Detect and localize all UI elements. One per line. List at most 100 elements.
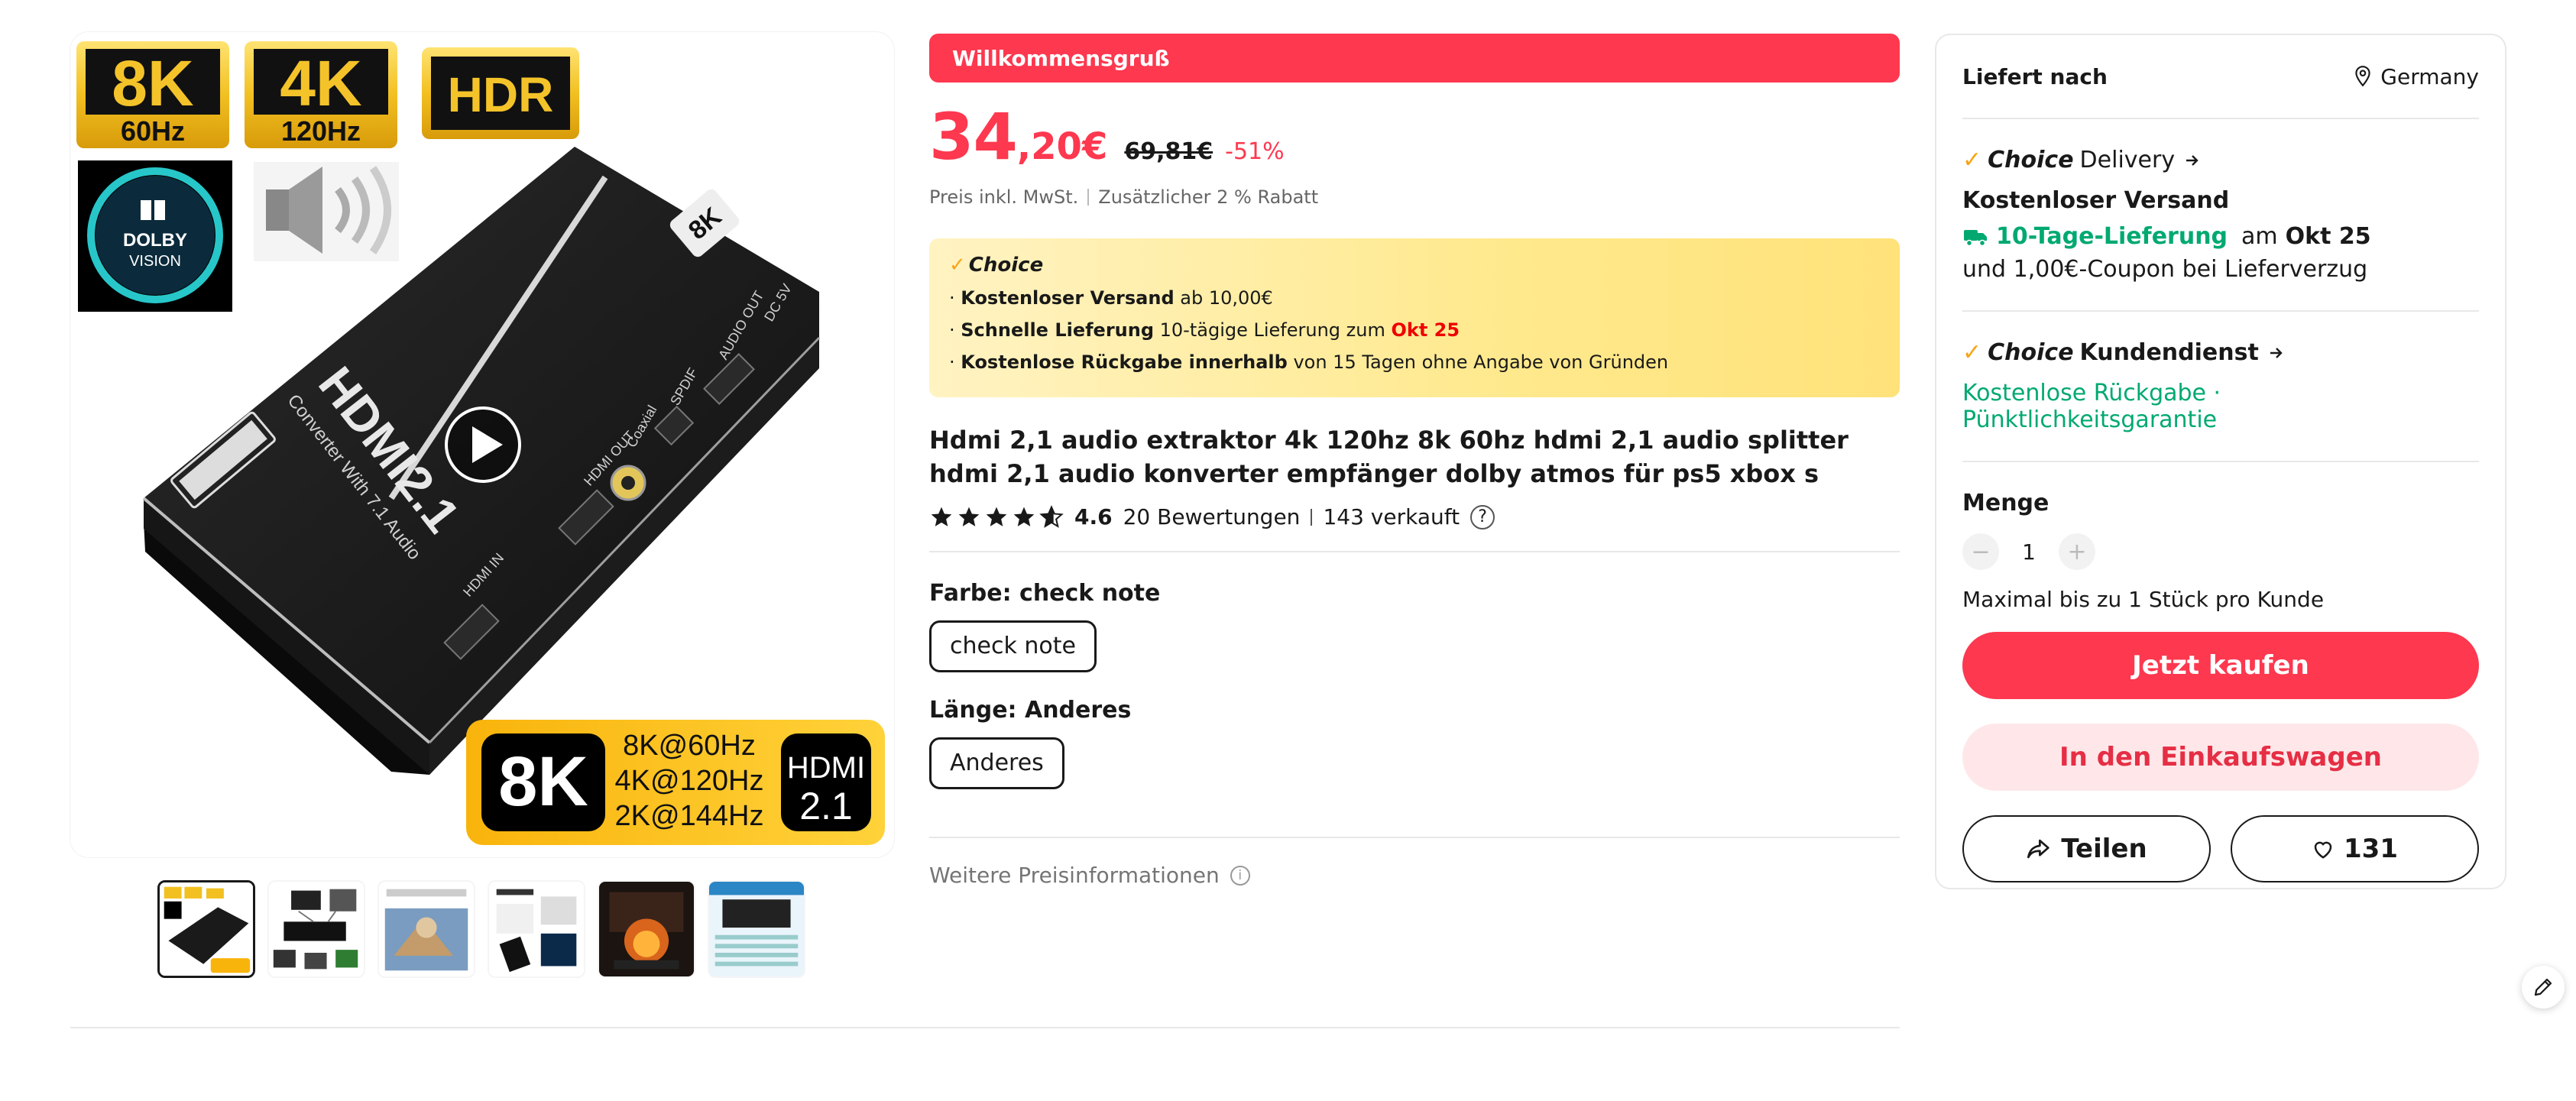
choice-free-return: · Kostenlose Rückgabe innerhalb von 15 T…	[949, 351, 1669, 373]
quantity-decrease-button[interactable]: −	[1962, 533, 1999, 570]
choice-fast-delivery: · Schnelle Lieferung 10-tägige Lieferung…	[949, 319, 1460, 341]
divider	[929, 837, 1900, 838]
price-integer: 34	[929, 99, 1018, 174]
product-info: Willkommensgruß 34 ,20€ 69,81€ -51% Prei…	[929, 34, 1900, 888]
badge-4k: 4K 120Hz	[245, 41, 397, 148]
ship-to-row[interactable]: Liefert nach Germany	[1962, 35, 2479, 118]
svg-text:8K: 8K	[112, 47, 193, 119]
tax-text: Preis inkl. MwSt.	[929, 186, 1079, 208]
choice-logo: ✓ Choice	[949, 254, 1044, 277]
product-photo: 8K 60Hz 4K 120Hz HDR DOLBY VISION HDMI2.…	[76, 41, 885, 845]
delivery-fast: 10-Tage-Lieferung	[1996, 223, 2228, 250]
product-main-image[interactable]: 8K 60Hz 4K 120Hz HDR DOLBY VISION HDMI2.…	[70, 32, 894, 857]
length-label: Länge: Anderes	[929, 697, 1132, 724]
thumbnail-2[interactable]	[267, 880, 365, 978]
choice-service-link[interactable]: ✓ Choice Kundendienst	[1962, 339, 2479, 366]
spec-banner: 8K 8K@60Hz 4K@120Hz 2K@144Hz HDMI 2.1	[466, 720, 885, 845]
svg-text:8K: 8K	[498, 743, 588, 821]
more-price-text[interactable]: Weitere Preisinformationen	[929, 863, 1220, 888]
review-count[interactable]: 20 Bewertungen	[1123, 504, 1301, 529]
buy-now-button[interactable]: Jetzt kaufen	[1962, 632, 2479, 699]
info-icon[interactable]: i	[1230, 865, 1250, 886]
play-icon[interactable]	[445, 406, 521, 483]
country-name: Germany	[2380, 63, 2479, 89]
svg-text:120Hz: 120Hz	[281, 115, 361, 147]
delivery-date: Okt 25	[2285, 223, 2371, 250]
original-price: 69,81€	[1124, 138, 1213, 165]
punctuality-guarantee[interactable]: Pünktlichkeitsgarantie	[1962, 406, 2217, 433]
price-row: 34 ,20€ 69,81€ -51%	[929, 99, 1900, 174]
length-option-anderes[interactable]: Anderes	[929, 737, 1064, 789]
add-to-cart-button[interactable]: In den Einkaufswagen	[1962, 724, 2479, 791]
choice-benefits[interactable]: ✓ Choice · Kostenloser Versand ab 10,00€…	[929, 238, 1900, 397]
thumbnail-3[interactable]	[377, 880, 475, 978]
sold-count: 143 verkauft	[1323, 504, 1460, 529]
share-button[interactable]: Teilen	[1962, 815, 2211, 882]
quantity-increase-button[interactable]: +	[2059, 533, 2095, 570]
delivery-section: ✓ Choice Delivery Kostenloser Versand 10…	[1962, 119, 2479, 283]
ship-to-location[interactable]: Germany	[2353, 64, 2479, 89]
svg-text:2.1: 2.1	[799, 785, 853, 827]
quantity-label: Menge	[1962, 490, 2049, 516]
length-selector: Länge: Anderes Anderes	[929, 697, 1900, 789]
price-decimal: ,20€	[1016, 125, 1108, 168]
product-title: Hdmi 2,1 audio extraktor 4k 120hz 8k 60h…	[929, 426, 1849, 488]
more-price-info[interactable]: Weitere Preisinformationen i	[929, 863, 1900, 888]
ship-to-label: Liefert nach	[1962, 63, 2108, 89]
truck-icon	[1964, 229, 1987, 246]
welcome-text: Willkommensgruß	[952, 45, 1170, 71]
divider	[1311, 508, 1313, 526]
question-icon[interactable]: ?	[1470, 504, 1495, 529]
quantity-value[interactable]: 1	[2017, 539, 2040, 565]
free-return[interactable]: Kostenlose Rückgabe	[1962, 380, 2206, 406]
share-icon	[2027, 839, 2049, 859]
extra-discount: Zusätzlicher 2 % Rabatt	[1098, 186, 1319, 208]
arrow-right-icon	[2186, 154, 2199, 166]
section-divider	[70, 1027, 1900, 1028]
wishlist-button[interactable]: 131	[2231, 815, 2479, 882]
wishlist-count: 131	[2344, 834, 2398, 864]
delay-coupon: und 1,00€-Coupon bei Lieferverzug	[1962, 256, 2368, 283]
share-label: Teilen	[2061, 834, 2147, 864]
svg-text:HDMI: HDMI	[787, 751, 865, 785]
rating-row[interactable]: 4.6 20 Bewertungen 143 verkauft ?	[929, 504, 1900, 529]
choice-free-shipping: · Kostenloser Versand ab 10,00€	[949, 287, 1273, 309]
svg-text:HDR: HDR	[448, 67, 554, 122]
quantity-stepper: − 1 +	[1962, 533, 2479, 570]
star-icon	[931, 507, 952, 526]
edit-pencil-icon	[2534, 978, 2552, 996]
color-selector: Farbe: check note check note	[929, 580, 1900, 672]
color-label: Farbe: check note	[929, 580, 1161, 607]
action-row: Teilen 131	[1962, 815, 2479, 882]
svg-text:DOLBY: DOLBY	[123, 230, 187, 251]
purchase-card: Liefert nach Germany ✓ Choice Delivery K…	[1935, 34, 2506, 889]
svg-text:60Hz: 60Hz	[121, 115, 185, 147]
divider	[1087, 189, 1090, 206]
service-section: ✓ Choice Kundendienst Kostenlose Rückgab…	[1962, 312, 2479, 433]
service-guarantees: Kostenlose Rückgabe · Pünktlichkeitsgara…	[1962, 380, 2221, 433]
thumbnail-4[interactable]	[488, 880, 585, 978]
quantity-section: Menge − 1 + Maximal bis zu 1 Stück pro K…	[1962, 462, 2479, 612]
svg-text:8K@60Hz: 8K@60Hz	[623, 730, 756, 762]
thumbnail-5[interactable]	[598, 880, 695, 978]
dolby-vision-logo: DOLBY VISION	[78, 160, 232, 312]
check-icon: ✓	[1962, 147, 1982, 173]
check-icon: ✓	[1962, 339, 1982, 366]
star-icon	[958, 507, 980, 526]
svg-text:4K: 4K	[280, 47, 361, 119]
rating-value: 4.6	[1074, 504, 1113, 529]
location-pin-icon	[2355, 66, 2370, 87]
arrow-right-icon	[2270, 347, 2283, 358]
thumbnail-6[interactable]	[708, 880, 805, 978]
star-half-icon	[1039, 504, 1064, 528]
quantity-limit: Maximal bis zu 1 Stück pro Kunde	[1962, 587, 2325, 612]
svg-text:2K@144Hz: 2K@144Hz	[615, 800, 764, 832]
edit-button[interactable]	[2522, 966, 2565, 1009]
svg-text:4K@120Hz: 4K@120Hz	[615, 765, 764, 797]
thumbnail-1[interactable]	[157, 880, 255, 978]
badge-hdr: HDR	[422, 47, 579, 139]
tax-note: Preis inkl. MwSt. Zusätzlicher 2 % Rabat…	[929, 186, 1900, 208]
free-shipping: Kostenloser Versand	[1962, 187, 2230, 214]
color-option-check-note[interactable]: check note	[929, 620, 1097, 672]
choice-delivery-link[interactable]: ✓ Choice Delivery	[1962, 147, 2479, 173]
